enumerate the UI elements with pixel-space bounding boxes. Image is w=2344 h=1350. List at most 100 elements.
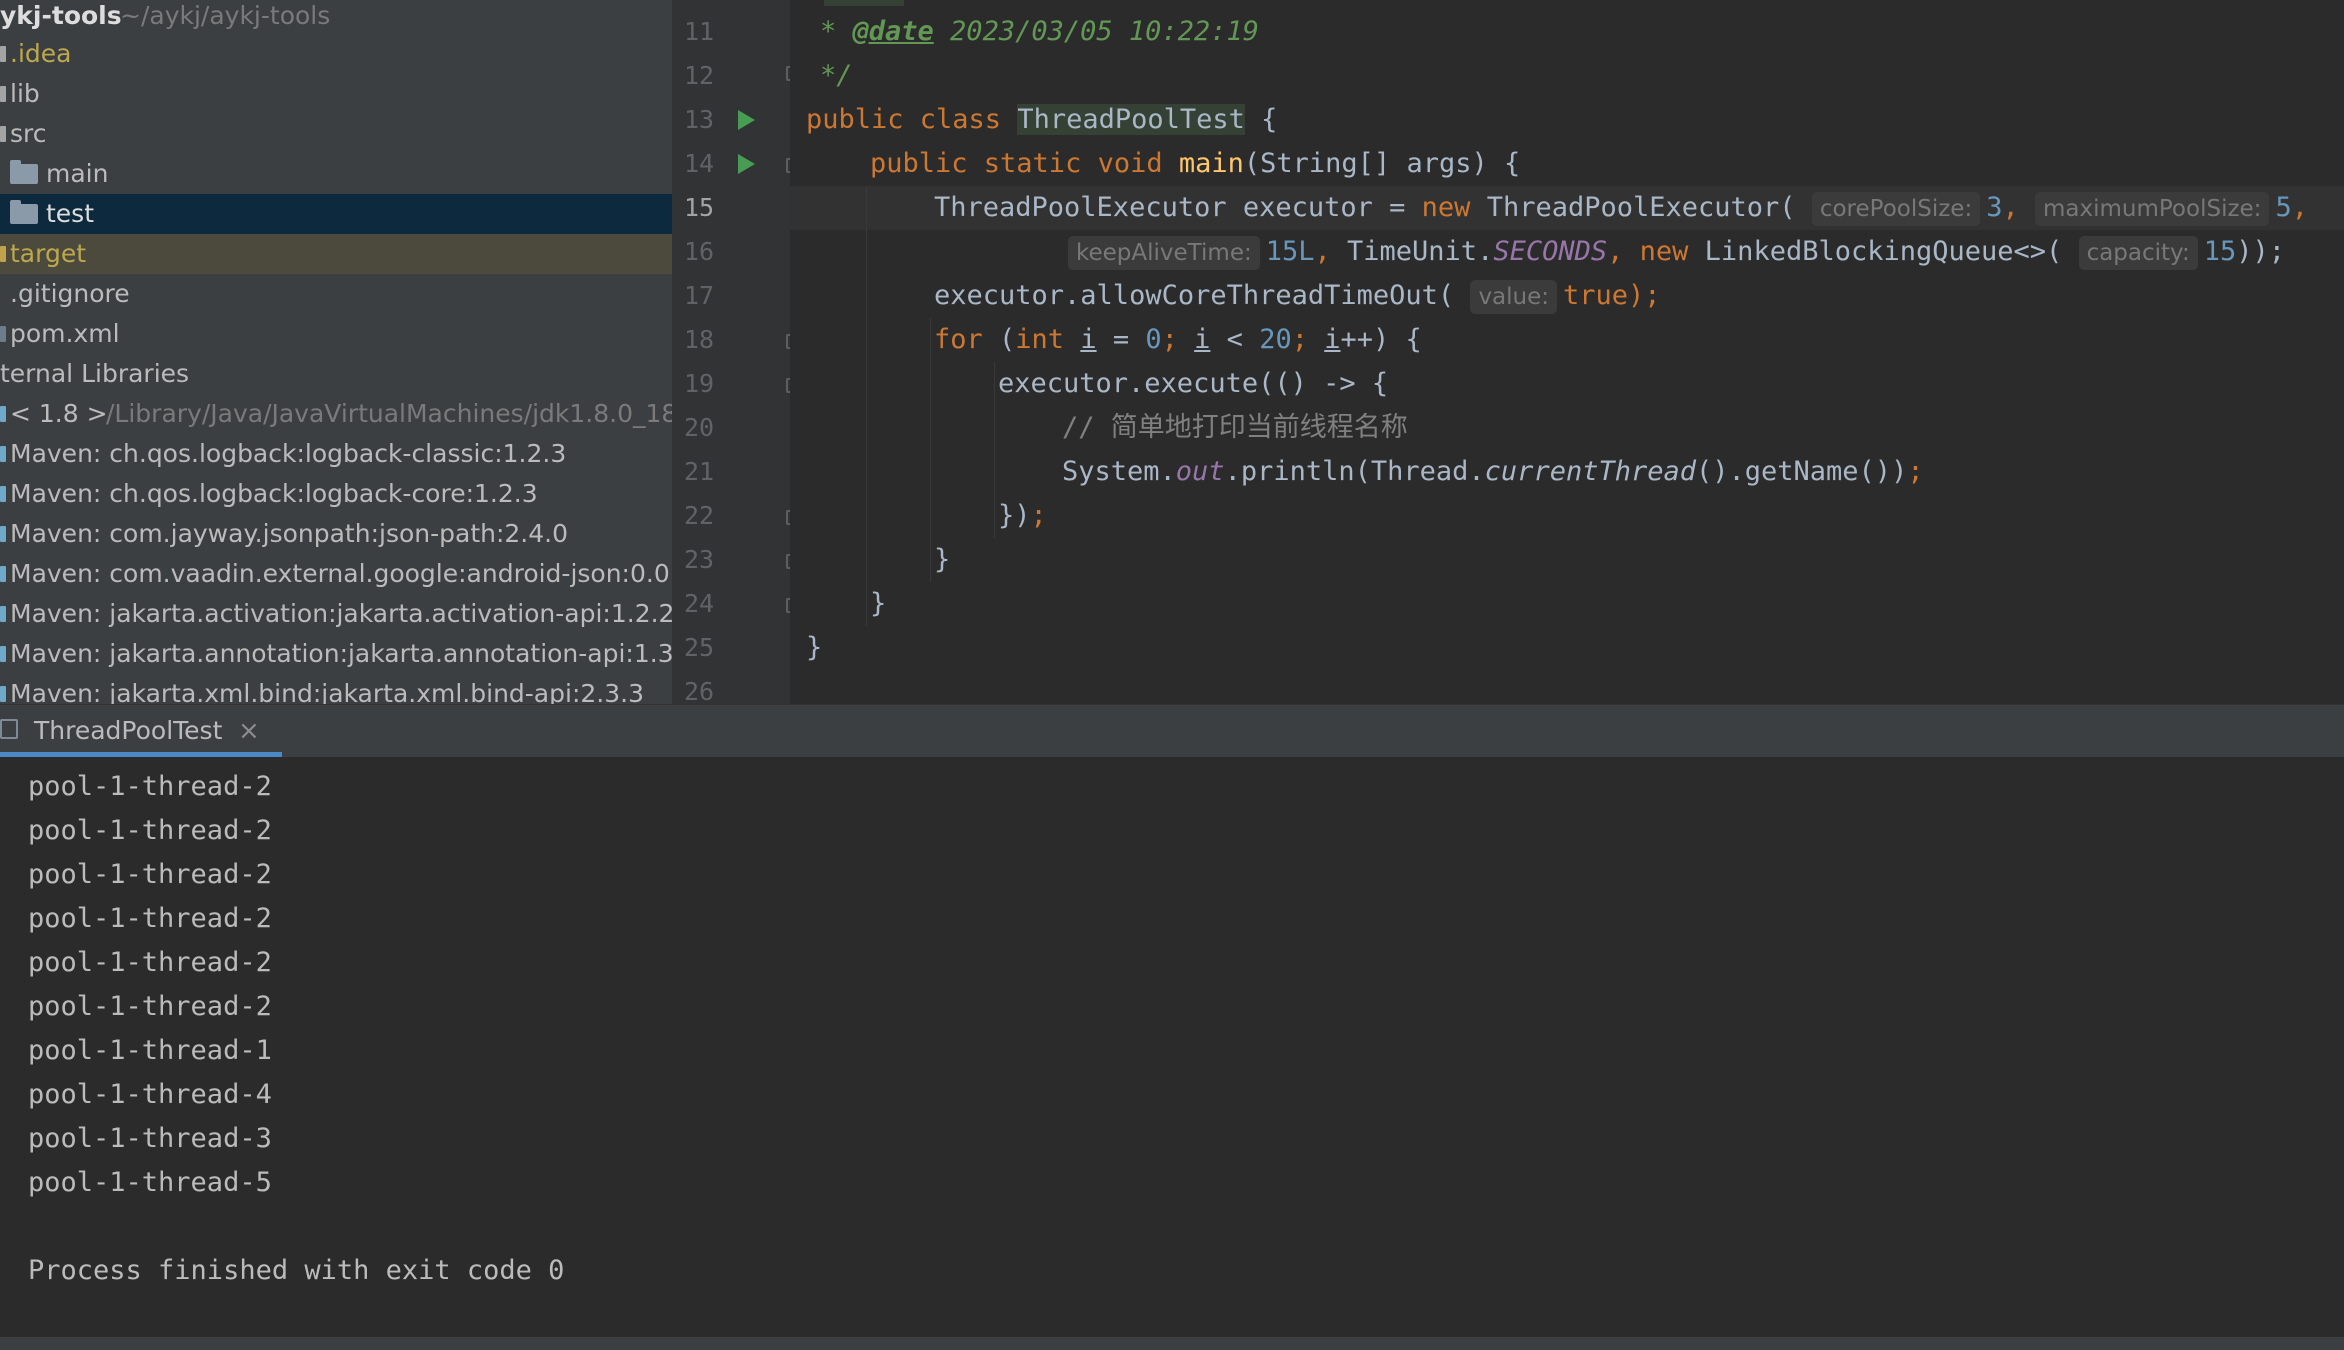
folder-icon <box>0 86 6 102</box>
tree-item-idea[interactable]: .idea <box>0 34 672 74</box>
line-number: 24 <box>684 589 715 618</box>
keyword: public static void <box>870 148 1179 179</box>
tree-item-main[interactable]: main <box>0 154 672 194</box>
tree-item-library[interactable]: Maven: jakarta.activation:jakarta.activa… <box>0 594 672 634</box>
line-number: 13 <box>684 105 715 134</box>
console-line: pool-1-thread-2 <box>28 947 272 978</box>
tree-item-library[interactable]: Maven: ch.qos.logback:logback-core:1.2.3 <box>0 474 672 514</box>
number: 15L <box>1265 236 1315 267</box>
code-line-16: keepAliveTime: 15L, TimeUnit.SECONDS, new… <box>1068 230 2285 274</box>
xml-file-icon <box>0 326 6 342</box>
console-line: pool-1-thread-1 <box>28 1035 272 1066</box>
keyword: new <box>1623 236 1705 267</box>
tree-item-library[interactable]: Maven: com.vaadin.external.google:androi… <box>0 554 672 594</box>
tree-item-external-libraries[interactable]: ternal Libraries <box>0 354 672 394</box>
run-tab[interactable]: ThreadPoolTest × <box>0 705 282 757</box>
console-line: pool-1-thread-4 <box>28 1079 272 1110</box>
line-number: 25 <box>684 633 715 662</box>
console-icon <box>0 719 18 739</box>
run-main-icon[interactable] <box>738 154 755 174</box>
console-line: pool-1-thread-5 <box>28 1167 272 1198</box>
static-field: SECONDS <box>1493 236 1608 267</box>
root-path: ~/aykj/aykj-tools <box>120 1 331 30</box>
run-class-icon[interactable] <box>738 110 755 130</box>
tree-item-library[interactable]: Maven: jakarta.xml.bind:jakarta.xml.bind… <box>0 674 672 704</box>
line-number: 21 <box>684 457 715 486</box>
console-line: pool-1-thread-2 <box>28 991 272 1022</box>
variable: i <box>1080 324 1097 355</box>
console-line: pool-1-thread-2 <box>28 903 272 934</box>
code-line-11: * @date 2023/03/05 10:22:19 <box>820 10 1259 54</box>
indent-guide <box>930 318 931 582</box>
console-output[interactable]: pool-1-thread-2 pool-1-thread-2 pool-1-t… <box>0 757 2344 1337</box>
console-line: pool-1-thread-2 <box>28 859 272 890</box>
tree-item-library[interactable]: Maven: ch.qos.logback:logback-classic:1.… <box>0 434 672 474</box>
line-number: 20 <box>684 413 715 442</box>
code-text: )); <box>2236 236 2286 267</box>
folder-icon <box>10 200 38 224</box>
line-number: 23 <box>684 545 715 574</box>
method-name: main <box>1178 148 1244 179</box>
tree-item-label: main <box>46 159 109 188</box>
project-tree[interactable]: ykj-tools ~/aykj/aykj-tools .idea lib sr… <box>0 0 672 704</box>
tree-item-label: Maven: com.jayway.jsonpath:json-path:2.4… <box>10 519 568 548</box>
tree-item-library[interactable]: Maven: jakarta.annotation:jakarta.annota… <box>0 634 672 674</box>
console-line: pool-1-thread-2 <box>28 771 272 802</box>
tree-item-label: .idea <box>10 39 72 68</box>
exit-message: Process finished with exit code 0 <box>28 1255 565 1286</box>
line-number: 18 <box>684 325 715 354</box>
code-line-17: executor.allowCoreThreadTimeOut( value: t… <box>934 274 1661 318</box>
code-text: TimeUnit. <box>1330 236 1494 267</box>
editor-gutter[interactable]: 11 12 13 14 15 16 17 18 19 20 21 22 23 2… <box>672 0 801 706</box>
folder-icon <box>0 46 6 62</box>
code-text: executor.allowCoreThreadTimeOut( <box>934 280 1455 311</box>
tree-item-src[interactable]: src <box>0 114 672 154</box>
variable: i <box>1324 324 1341 355</box>
code-text: LinkedBlockingQueue<>( <box>1704 236 2063 267</box>
line-number: 19 <box>684 369 715 398</box>
param-hint: capacity: <box>2078 236 2198 270</box>
indent-guide <box>866 186 867 626</box>
tree-root[interactable]: ykj-tools ~/aykj/aykj-tools <box>0 0 672 36</box>
comma: , <box>2291 192 2308 223</box>
doc-tag: @date <box>852 16 934 47</box>
code-text: (String[] args) { <box>1243 148 1521 179</box>
comma: , <box>1314 236 1331 267</box>
doc-star: * <box>820 16 853 47</box>
semicolon: ; <box>1907 456 1924 487</box>
code-text: }) <box>998 500 1031 531</box>
tree-item-label: test <box>46 199 95 228</box>
tree-item-gitignore[interactable]: .gitignore <box>0 274 672 314</box>
tree-item-jdk[interactable]: < 1.8 > /Library/Java/JavaVirtualMachine… <box>0 394 672 434</box>
tree-item-label: Maven: com.vaadin.external.google:androi… <box>10 559 672 588</box>
keyword: for <box>934 324 1000 355</box>
tree-item-library[interactable]: Maven: com.jayway.jsonpath:json-path:2.4… <box>0 514 672 554</box>
excluded-folder-icon <box>0 246 6 262</box>
tree-item-lib[interactable]: lib <box>0 74 672 114</box>
code-line-23: } <box>934 544 951 575</box>
tree-item-label: Maven: ch.qos.logback:logback-core:1.2.3 <box>10 479 538 508</box>
code-line-18: for (int i = 0; i < 20; i++) { <box>934 318 1422 362</box>
number: 15 <box>2203 236 2237 267</box>
code-editor[interactable]: * @date 2023/03/05 10:22:19 */ public cl… <box>790 0 2344 704</box>
code-text: ThreadPoolExecutor( <box>1486 192 1796 223</box>
line-number-current: 15 <box>684 193 715 222</box>
code-line-22: }); <box>998 494 1047 538</box>
keyword: true <box>1563 280 1629 311</box>
library-icon <box>0 526 6 542</box>
line-number: 16 <box>684 237 715 266</box>
keyword: public class <box>806 104 1018 135</box>
tree-item-pom[interactable]: pom.xml <box>0 314 672 354</box>
library-icon <box>0 606 6 622</box>
close-icon[interactable]: × <box>238 705 260 757</box>
run-toolwindow-header: ThreadPoolTest × <box>0 704 2344 758</box>
code-text: { <box>1244 104 1278 135</box>
line-number: 11 <box>684 17 715 46</box>
tree-item-target[interactable]: target <box>0 234 672 274</box>
code-text: System. <box>1062 456 1176 487</box>
tree-item-label: Maven: jakarta.annotation:jakarta.annota… <box>10 639 672 668</box>
tree-item-test[interactable]: test <box>0 194 672 234</box>
code-line-24: } <box>870 588 887 619</box>
code-line-21: System.out.println(Thread.currentThread(… <box>1062 450 1924 494</box>
comma: , <box>2002 192 2019 223</box>
